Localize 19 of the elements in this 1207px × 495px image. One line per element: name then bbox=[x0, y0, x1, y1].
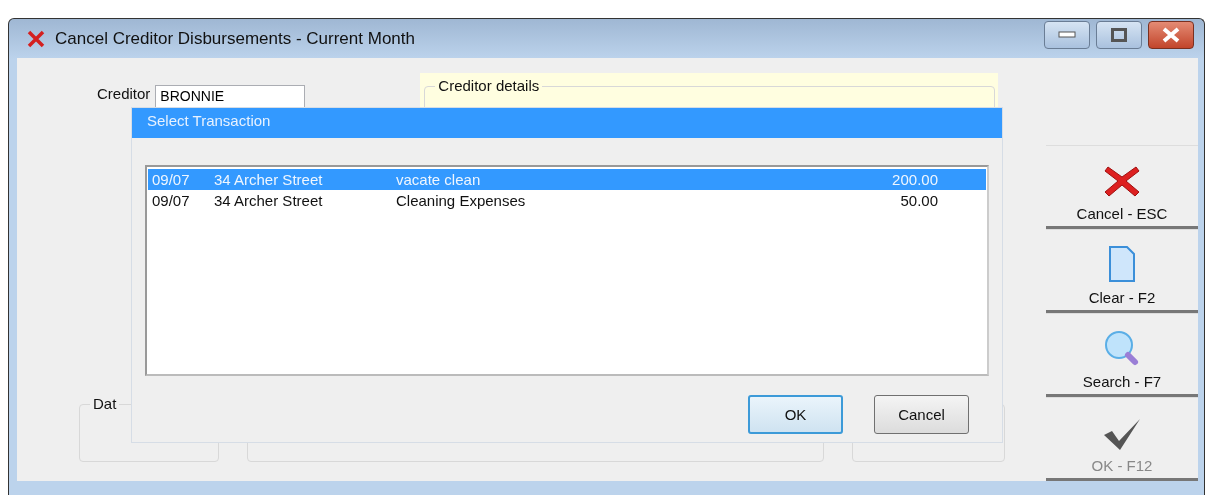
close-icon bbox=[27, 29, 45, 48]
creditor-field[interactable]: BRONNIE bbox=[155, 85, 306, 109]
list-item[interactable]: 09/07 34 Archer Street Cleaning Expenses 50.00 bbox=[148, 190, 986, 211]
creditor-label: Creditor bbox=[97, 85, 151, 102]
close-icon bbox=[1161, 26, 1181, 43]
dialog-button[interactable]: OK bbox=[748, 395, 843, 434]
dialog-title: Select Transaction bbox=[132, 108, 1002, 138]
toolbar-button[interactable]: Cancel - ESC bbox=[1046, 145, 1198, 229]
document-icon bbox=[1108, 245, 1136, 283]
maximize-button[interactable] bbox=[1096, 20, 1142, 49]
toolbar-button[interactable]: Search - F7 bbox=[1046, 313, 1198, 397]
group-title: Creditor details bbox=[435, 77, 543, 94]
maximize-icon bbox=[1111, 27, 1127, 42]
close-button[interactable] bbox=[1148, 20, 1194, 49]
dialog-button[interactable]: Cancel bbox=[874, 395, 969, 434]
minimize-button[interactable] bbox=[1044, 20, 1090, 49]
window-title: Cancel Creditor Disbursements - Current Month bbox=[55, 28, 416, 49]
toolbar-button[interactable]: Clear - F2 bbox=[1046, 229, 1198, 313]
minimize-icon bbox=[1058, 30, 1076, 39]
